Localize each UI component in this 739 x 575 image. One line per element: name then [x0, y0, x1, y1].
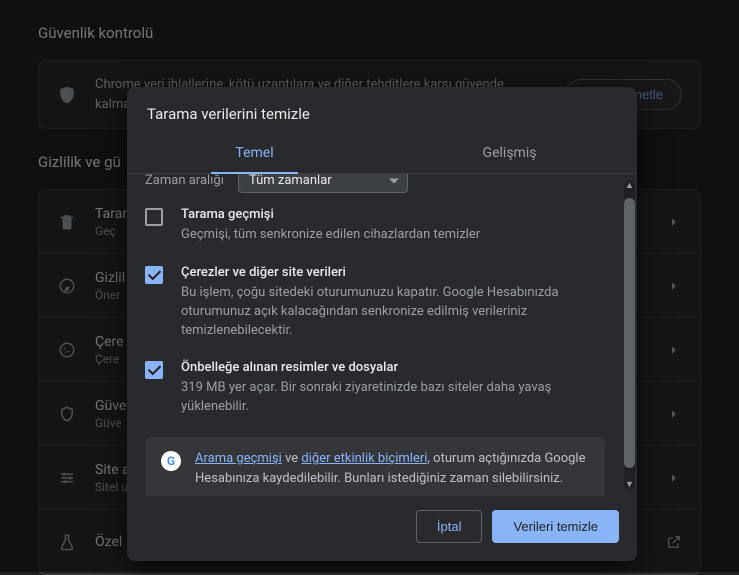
info-text: Arama geçmişi ve diğer etkinlik biçimler… [195, 449, 589, 488]
time-range-value: Tüm zamanlar [249, 174, 332, 188]
checkbox-cookies[interactable] [145, 266, 163, 284]
link-search-history[interactable]: Arama geçmişi [195, 451, 282, 466]
scroll-up-icon[interactable]: ▲ [624, 180, 635, 191]
tab-basic[interactable]: Temel [127, 135, 382, 173]
dialog-tabs: Temel Gelişmiş [127, 135, 637, 174]
option-desc: Bu işlem, çoğu sitedeki oturumunuzu kapa… [181, 284, 605, 341]
scrollbar-track[interactable]: ▲ ▼ [624, 180, 635, 490]
chevron-down-icon [389, 178, 399, 183]
option-title: Çerezler ve diğer site verileri [181, 265, 605, 280]
info-text-mid: ve [282, 451, 302, 466]
dialog-title: Tarama verilerini temizle [127, 87, 637, 135]
clear-browsing-data-dialog: Tarama verilerini temizle Temel Gelişmiş… [127, 87, 637, 561]
link-other-activity[interactable]: diğer etkinlik biçimleri [301, 451, 427, 466]
option-cookies[interactable]: Çerezler ve diğer site verileri Bu işlem… [145, 265, 605, 341]
scrollbar-thumb[interactable] [624, 198, 635, 468]
time-range-label: Zaman aralığı [145, 174, 224, 188]
checkbox-cached[interactable] [145, 361, 163, 379]
option-title: Tarama geçmişi [181, 207, 605, 222]
option-desc: 319 MB yer açar. Bir sonraki ziyaretiniz… [181, 379, 605, 417]
time-range-select[interactable]: Tüm zamanlar [238, 174, 408, 193]
option-cached[interactable]: Önbelleğe alınan resimler ve dosyalar 31… [145, 360, 605, 417]
option-title: Önbelleğe alınan resimler ve dosyalar [181, 360, 605, 375]
cancel-button[interactable]: İptal [416, 510, 483, 543]
clear-data-button[interactable]: Verileri temizle [492, 510, 619, 543]
dialog-body: Zaman aralığı Tüm zamanlar Tarama geçmiş… [127, 174, 637, 496]
google-icon: G [161, 451, 181, 471]
scroll-down-icon[interactable]: ▼ [624, 479, 635, 490]
option-desc: Geçmişi, tüm senkronize edilen cihazlard… [181, 226, 605, 245]
option-browsing-history[interactable]: Tarama geçmişi Geçmişi, tüm senkronize e… [145, 207, 605, 245]
dialog-actions: İptal Verileri temizle [127, 496, 637, 561]
google-account-info: G Arama geçmişi ve diğer etkinlik biçiml… [145, 437, 605, 496]
checkbox-browsing-history[interactable] [145, 208, 163, 226]
tab-advanced[interactable]: Gelişmiş [382, 135, 637, 173]
